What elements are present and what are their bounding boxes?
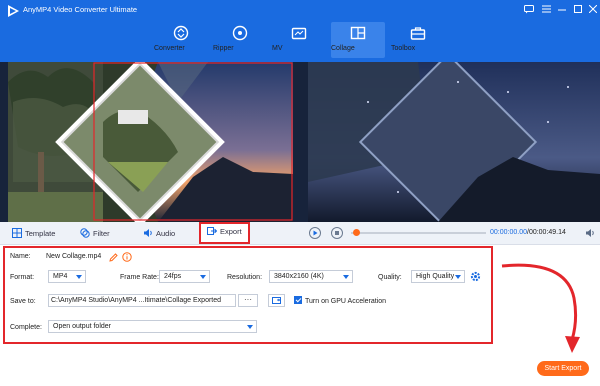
export-tab-label: Export	[220, 227, 242, 236]
filter-tab[interactable]: Filter	[80, 225, 110, 243]
gpu-acceleration-label: Turn on GPU Acceleration	[305, 298, 387, 305]
quality-value: High Quality	[416, 273, 455, 280]
tab-converter-label: Converter	[154, 45, 185, 52]
export-settings-panel: Name: New Collage.mp4 Format: MP4 Frame …	[3, 246, 493, 344]
converter-icon	[173, 25, 189, 41]
export-tab[interactable]: Export	[199, 222, 250, 244]
current-time: 00:00:00.00	[490, 229, 527, 236]
start-export-button[interactable]: Start Export	[537, 361, 589, 376]
frame-rate-value: 24fps	[164, 273, 182, 280]
playback-progress-handle[interactable]	[352, 229, 360, 236]
template-tab[interactable]: Template	[12, 225, 55, 243]
quality-select[interactable]: High Quality	[411, 270, 465, 283]
folder-icon	[272, 297, 281, 304]
volume-icon[interactable]	[585, 228, 595, 238]
resolution-label: Resolution:	[227, 274, 263, 281]
chevron-down-icon	[455, 275, 461, 279]
save-path-field[interactable]: C:\AnyMP4 Studio\AnyMP4 ...Itimate\Colla…	[48, 294, 236, 307]
title-bar: AnyMP4 Video Converter Ultimate Converte…	[0, 0, 600, 62]
filter-tab-label: Filter	[93, 229, 110, 238]
info-icon[interactable]	[122, 252, 132, 262]
save-to-label: Save to:	[10, 298, 36, 305]
tab-ripper[interactable]: Ripper	[213, 22, 267, 58]
tab-collage-label: Collage	[331, 45, 355, 52]
toolbox-icon	[410, 27, 426, 40]
collage-editor-canvas[interactable]	[8, 62, 293, 222]
audio-icon	[144, 229, 152, 237]
tab-ripper-label: Ripper	[213, 45, 234, 52]
ripper-icon	[232, 25, 248, 41]
output-preview-canvas	[308, 62, 600, 222]
playback-time: 00:00:00.00/00:00:49.14	[490, 229, 566, 236]
save-path-value: C:\AnyMP4 Studio\AnyMP4 ...Itimate\Colla…	[51, 297, 222, 304]
frame-rate-select[interactable]: 24fps	[159, 270, 210, 283]
gear-icon[interactable]	[470, 271, 481, 282]
editor-toolbar: Template Filter Audio Export 00:00:00.00…	[0, 222, 600, 245]
resolution-value: 3840x2160 (4K)	[274, 273, 324, 280]
tab-mv-label: MV	[272, 45, 283, 52]
complete-action-select[interactable]: Open output folder	[48, 320, 257, 333]
output-preview-image	[308, 62, 600, 222]
collage-preview-image	[8, 62, 293, 222]
template-icon	[12, 228, 22, 238]
template-tab-label: Template	[25, 229, 56, 238]
play-icon	[313, 230, 318, 236]
app-title: AnyMP4 Video Converter Ultimate	[23, 5, 138, 14]
menu-icon[interactable]	[539, 3, 553, 16]
complete-action-value: Open output folder	[53, 323, 111, 330]
stop-button[interactable]	[331, 227, 343, 239]
name-label: Name:	[10, 253, 31, 260]
audio-tab-label: Audio	[156, 229, 176, 238]
message-icon[interactable]	[522, 3, 536, 16]
resolution-select[interactable]: 3840x2160 (4K)	[269, 270, 353, 283]
annotation-arrow	[501, 263, 580, 353]
tab-toolbox[interactable]: Toolbox	[391, 22, 445, 58]
chevron-down-icon	[76, 275, 82, 279]
browse-label: ···	[244, 295, 252, 304]
frame-rate-label: Frame Rate:	[120, 274, 159, 281]
audio-tab[interactable]: Audio	[143, 225, 175, 243]
app-window: AnyMP4 Video Converter Ultimate Converte…	[0, 0, 600, 386]
playback-progress-track[interactable]	[351, 232, 486, 234]
tab-toolbox-label: Toolbox	[391, 45, 416, 52]
format-value: MP4	[53, 273, 68, 280]
gpu-acceleration-checkbox[interactable]	[294, 296, 302, 304]
browse-button[interactable]: ···	[238, 294, 258, 307]
preview-area	[0, 62, 600, 222]
tab-mv[interactable]: MV	[272, 22, 326, 58]
tab-collage[interactable]: Collage	[331, 22, 385, 58]
tab-converter[interactable]: Converter	[154, 22, 208, 58]
chevron-down-icon	[343, 275, 349, 279]
format-select[interactable]: MP4	[48, 270, 86, 283]
edit-name-icon[interactable]	[109, 253, 118, 262]
export-icon	[207, 227, 217, 235]
filter-icon	[80, 228, 90, 238]
name-value[interactable]: New Collage.mp4	[46, 253, 101, 260]
close-icon[interactable]	[586, 3, 600, 16]
app-logo-icon	[8, 5, 19, 17]
play-button[interactable]	[309, 227, 321, 239]
complete-label: Complete:	[10, 324, 42, 331]
maximize-icon[interactable]	[571, 3, 585, 16]
total-time: 00:00:49.14	[528, 229, 566, 236]
format-label: Format:	[10, 274, 35, 281]
chevron-down-icon	[200, 275, 206, 279]
quality-label: Quality:	[378, 274, 402, 281]
open-folder-button[interactable]	[268, 294, 285, 307]
stop-icon	[335, 231, 339, 235]
mv-icon	[291, 27, 307, 40]
minimize-icon[interactable]	[555, 3, 569, 16]
collage-icon	[350, 26, 366, 40]
chevron-down-icon	[247, 325, 253, 329]
